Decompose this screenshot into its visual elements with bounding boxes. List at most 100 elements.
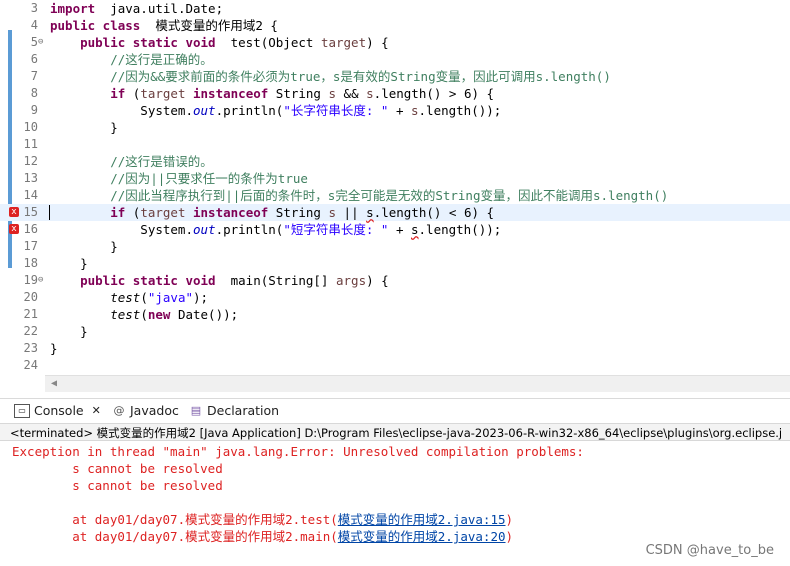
code-text: public class 模式变量的作用域2 { <box>50 17 278 34</box>
code-token: Date()); <box>170 307 239 322</box>
code-text: import java.util.Date; <box>50 0 223 17</box>
line-number: 8 <box>30 86 38 100</box>
code-token: instanceof <box>185 205 269 220</box>
code-line[interactable]: 11 <box>0 136 790 153</box>
console-status-line: <terminated> 模式变量的作用域2 [Java Application… <box>0 423 790 441</box>
line-number: 14 <box>23 188 38 202</box>
code-token: s <box>366 205 374 220</box>
code-text: } <box>50 255 88 272</box>
line-number: 23 <box>23 341 38 355</box>
console-line: s cannot be resolved <box>12 478 223 493</box>
scroll-left-icon[interactable]: ◀ <box>51 378 57 389</box>
tab-declaration[interactable]: ▤ Declaration <box>189 399 279 423</box>
code-text: //这行是错误的。 <box>50 153 213 170</box>
code-token: public static void <box>50 273 216 288</box>
code-line[interactable]: 6 //这行是正确的。 <box>0 51 790 68</box>
code-token: } <box>50 120 118 135</box>
code-token: 模式变量的作用域2 { <box>140 18 278 33</box>
code-line[interactable]: 7 //因为&&要求前面的条件必须为true，s是有效的String变量，因此可… <box>0 68 790 85</box>
code-token: || <box>336 205 367 220</box>
fold-toggle-icon[interactable]: ⊖ <box>38 272 43 289</box>
code-token: test <box>50 307 141 322</box>
code-text: //这行是正确的。 <box>50 51 213 68</box>
code-line[interactable]: 5 ⊖ public static void test(Object target… <box>0 34 790 51</box>
code-line[interactable]: 21 test(new Date()); <box>0 306 790 323</box>
code-token: public static void <box>50 35 216 50</box>
code-line[interactable]: 18 } <box>0 255 790 272</box>
code-text: } <box>50 119 118 136</box>
line-number: 20 <box>23 290 38 304</box>
line-number: 5 <box>30 35 38 49</box>
code-token: if <box>50 205 126 220</box>
line-number: 12 <box>23 154 38 168</box>
stack-frame-text: at day01/day07.模式变量的作用域2.main( <box>12 529 338 544</box>
code-token: //这行是错误的。 <box>50 154 213 169</box>
code-token: target <box>320 35 367 50</box>
code-line[interactable]: 12 //这行是错误的。 <box>0 153 790 170</box>
code-line[interactable]: 17 } <box>0 238 790 255</box>
line-number: 10 <box>23 120 38 134</box>
source-link[interactable]: 模式变量的作用域2.java:15 <box>338 512 506 527</box>
close-icon[interactable]: ✕ <box>92 399 101 423</box>
code-token: "java" <box>147 290 193 305</box>
code-token: .length()); <box>418 222 502 237</box>
code-token: if <box>50 86 126 101</box>
code-line[interactable]: 10 } <box>0 119 790 136</box>
code-token: //因此当程序执行到||后面的条件时，s完全可能是无效的String变量，因此不… <box>50 188 669 203</box>
line-number: 9 <box>30 103 38 117</box>
tab-javadoc-label: Javadoc <box>130 403 179 418</box>
code-text: public static void test(Object target) { <box>50 34 389 51</box>
code-line[interactable]: 14 //因此当程序执行到||后面的条件时，s完全可能是无效的String变量，… <box>0 187 790 204</box>
code-line[interactable]: 15 x if (target instanceof String s || s.… <box>0 204 790 221</box>
code-line[interactable]: 20 test("java"); <box>0 289 790 306</box>
code-token: + <box>388 103 411 118</box>
code-token: //因为||只要求任一的条件为true <box>50 171 308 186</box>
code-line[interactable]: 23} <box>0 340 790 357</box>
code-line[interactable]: 3 import java.util.Date; <box>0 0 790 17</box>
code-token: && <box>336 86 367 101</box>
code-token: public class <box>50 18 141 33</box>
line-number: 11 <box>23 137 38 151</box>
code-text: } <box>50 340 58 357</box>
line-number: 19 <box>23 273 38 287</box>
code-token: out <box>193 222 216 237</box>
code-token: out <box>193 103 216 118</box>
code-token: } <box>50 256 88 271</box>
code-token: ( <box>125 205 141 220</box>
code-line[interactable]: 24 <box>0 357 790 374</box>
code-line[interactable]: 9 System.out.println("长字符串长度: " + s.leng… <box>0 102 790 119</box>
code-token: s <box>366 86 374 101</box>
console-line: s cannot be resolved <box>12 461 223 476</box>
code-token: import <box>50 1 96 16</box>
code-editor[interactable]: 3 import java.util.Date; 4 public class 模式变… <box>0 0 790 395</box>
code-token: } <box>50 239 118 254</box>
code-token: s <box>411 222 419 237</box>
code-line[interactable]: 19 ⊖ public static void main(String[] arg… <box>0 272 790 289</box>
code-line[interactable]: 8 if (target instanceof String s && s.le… <box>0 85 790 102</box>
tab-declaration-label: Declaration <box>207 403 280 418</box>
code-text: if (target instanceof String s && s.leng… <box>50 85 494 102</box>
error-marker-icon[interactable]: x <box>9 224 19 234</box>
code-token: instanceof <box>185 86 269 101</box>
code-text: test(new Date()); <box>50 306 238 323</box>
tab-javadoc[interactable]: @ Javadoc <box>112 399 179 423</box>
code-token: + <box>388 222 411 237</box>
line-number: 4 <box>30 18 38 32</box>
code-line[interactable]: 22 } <box>0 323 790 340</box>
source-link[interactable]: 模式变量的作用域2.java:20 <box>338 529 506 544</box>
code-line[interactable]: 13 //因为||只要求任一的条件为true <box>0 170 790 187</box>
code-text: public static void main(String[] args) { <box>50 272 389 289</box>
fold-toggle-icon[interactable]: ⊖ <box>38 34 43 51</box>
error-marker-icon[interactable]: x <box>9 207 19 217</box>
code-token: new <box>147 307 171 322</box>
code-text: //因为||只要求任一的条件为true <box>50 170 308 187</box>
horizontal-scrollbar[interactable]: ◀ <box>45 375 790 392</box>
code-token: .length() > 6) { <box>373 86 495 101</box>
code-token: ) { <box>366 35 389 50</box>
code-token: .println( <box>215 103 284 118</box>
code-line[interactable]: 16 x System.out.println("短字符串长度: " + s.le… <box>0 221 790 238</box>
code-line[interactable]: 4 public class 模式变量的作用域2 { <box>0 17 790 34</box>
tab-console[interactable]: ▭ Console ✕ <box>14 399 101 425</box>
code-token: ( <box>140 290 148 305</box>
line-number: 22 <box>23 324 38 338</box>
